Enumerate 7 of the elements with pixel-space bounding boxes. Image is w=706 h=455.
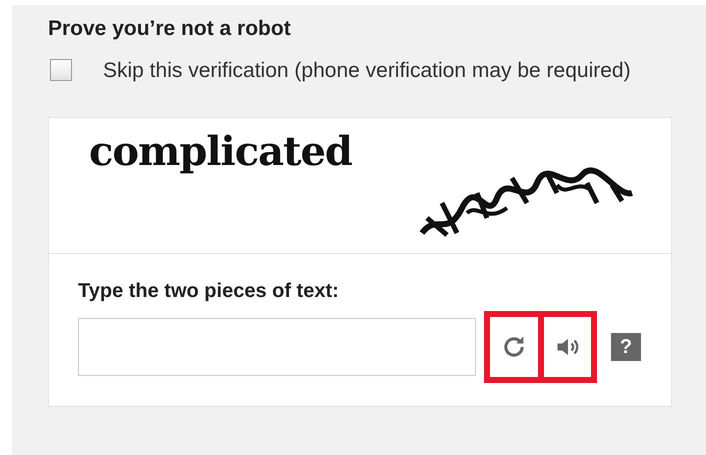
captcha-word: complicated <box>89 128 352 175</box>
help-button[interactable]: ? <box>611 333 641 361</box>
checkbox[interactable] <box>50 59 72 81</box>
checkbox-label[interactable]: Skip this verification (phone verification may be required) <box>103 55 663 87</box>
section-title: Prove you’re not a robot <box>48 17 292 41</box>
answer-field[interactable] <box>78 318 476 376</box>
field-label: Type the two pieces of text: <box>78 280 340 303</box>
